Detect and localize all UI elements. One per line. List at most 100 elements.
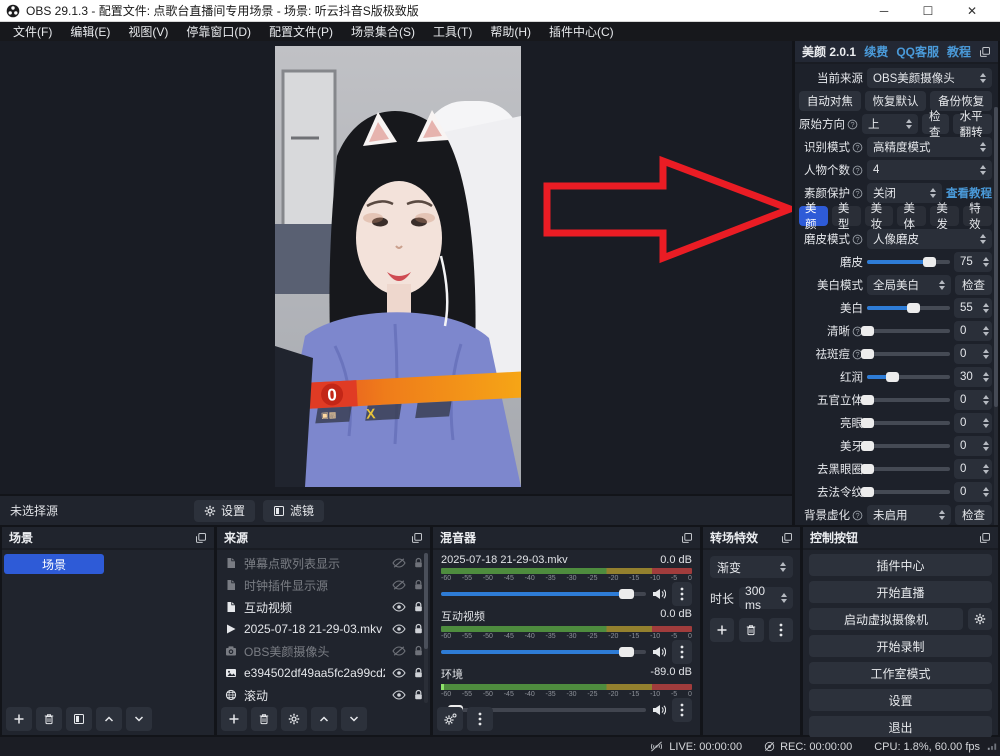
beauty-value-stepper[interactable]: 0 <box>954 482 992 502</box>
slider-handle[interactable] <box>861 441 874 451</box>
beauty-value-stepper[interactable]: 0 <box>954 459 992 479</box>
orientation-select[interactable]: 上 <box>862 114 918 134</box>
remove-transition-button[interactable] <box>739 618 763 642</box>
beauty-check-button[interactable]: 检查 <box>955 275 992 295</box>
slider-handle[interactable] <box>861 418 874 428</box>
help-icon[interactable]: ? <box>852 510 863 521</box>
source-filters-button[interactable]: 滤镜 <box>263 500 324 522</box>
video-preview[interactable]: 0 X ▣▦ <box>275 46 521 487</box>
beauty-slider[interactable] <box>867 467 950 471</box>
beauty-slider[interactable] <box>867 398 950 402</box>
volume-slider[interactable] <box>441 650 646 654</box>
beauty-tab-0[interactable]: 美颜 <box>799 206 828 226</box>
beauty-value-stepper[interactable]: 30 <box>954 367 992 387</box>
beauty-value-stepper[interactable]: 55 <box>954 298 992 318</box>
mixer-channel-menu-button[interactable] <box>672 640 692 664</box>
slider-handle[interactable] <box>923 257 936 267</box>
control-button-5[interactable]: 设置 <box>809 689 992 711</box>
speaker-icon[interactable] <box>652 646 666 658</box>
transition-duration-input[interactable]: 300 ms <box>739 587 793 609</box>
source-properties-button[interactable] <box>281 707 307 731</box>
menu-item-0[interactable]: 文件(F) <box>4 22 61 41</box>
beauty-select[interactable]: 全局美白 <box>867 275 951 295</box>
slider-handle[interactable] <box>907 303 920 313</box>
renew-link[interactable]: 续费 <box>864 43 888 60</box>
control-button-3[interactable]: 开始录制 <box>809 635 992 657</box>
add-scene-button[interactable] <box>6 707 32 731</box>
control-button-4[interactable]: 工作室模式 <box>809 662 992 684</box>
maximize-button[interactable]: ☐ <box>906 0 950 21</box>
virtual-camera-settings-button[interactable] <box>968 608 992 630</box>
source-row[interactable]: 互动视频 <box>217 596 430 618</box>
lock-icon[interactable] <box>413 557 424 569</box>
beauty-value-stepper[interactable]: 0 <box>954 321 992 341</box>
mixer-channel-menu-button[interactable] <box>672 582 692 606</box>
mixer-channel-menu-button[interactable] <box>672 698 692 722</box>
view-tutorial-link[interactable]: 查看教程 <box>946 185 992 201</box>
lock-icon[interactable] <box>413 689 424 701</box>
speaker-icon[interactable] <box>652 588 666 600</box>
eye-icon[interactable] <box>392 624 406 634</box>
source-settings-button[interactable]: 设置 <box>194 500 255 522</box>
minimize-button[interactable]: ─ <box>862 0 906 21</box>
beauty-slider[interactable] <box>867 260 950 264</box>
popout-icon[interactable] <box>411 532 423 544</box>
transition-menu-button[interactable] <box>769 618 793 642</box>
tutorial-link[interactable]: 教程 <box>947 43 971 60</box>
menu-item-2[interactable]: 视图(V) <box>119 22 177 41</box>
lock-icon[interactable] <box>413 667 424 679</box>
restore-default-button[interactable]: 恢复默认 <box>865 91 927 111</box>
menu-item-1[interactable]: 编辑(E) <box>61 22 119 41</box>
control-button-0[interactable]: 插件中心 <box>809 554 992 576</box>
transition-select[interactable]: 渐变 <box>710 556 793 578</box>
eye-slash-icon[interactable] <box>392 558 406 568</box>
beauty-scrollbar[interactable] <box>994 107 998 525</box>
person-count-stepper[interactable]: 4 <box>867 160 992 180</box>
beauty-value-stepper[interactable]: 0 <box>954 413 992 433</box>
scene-up-button[interactable] <box>96 707 122 731</box>
remove-scene-button[interactable] <box>36 707 62 731</box>
source-row[interactable]: e394502df49aa5fc2a99cd2e7c <box>217 662 430 684</box>
beauty-slider[interactable] <box>867 421 950 425</box>
beauty-value-stepper[interactable]: 75 <box>954 252 992 272</box>
lock-icon[interactable] <box>413 645 424 657</box>
scene-filters-button[interactable] <box>66 707 92 731</box>
menu-item-8[interactable]: 插件中心(C) <box>540 22 623 41</box>
popout-icon[interactable] <box>781 532 793 544</box>
remove-source-button[interactable] <box>251 707 277 731</box>
beauty-tab-5[interactable]: 特效 <box>963 206 992 226</box>
menu-item-7[interactable]: 帮助(H) <box>481 22 540 41</box>
help-icon[interactable]: ? <box>852 142 863 153</box>
advanced-audio-button[interactable] <box>437 707 463 731</box>
slider-handle[interactable] <box>886 372 899 382</box>
beauty-value-stepper[interactable]: 0 <box>954 436 992 456</box>
control-button-2[interactable]: 启动虚拟摄像机 <box>809 608 963 630</box>
control-button-6[interactable]: 退出 <box>809 716 992 738</box>
popout-icon[interactable] <box>979 46 991 58</box>
help-icon[interactable]: ? <box>852 165 863 176</box>
beauty-tab-4[interactable]: 美发 <box>930 206 959 226</box>
help-icon[interactable]: ? <box>847 119 858 130</box>
source-row[interactable]: 滚动 <box>217 684 430 706</box>
speaker-icon[interactable] <box>652 704 666 716</box>
beauty-slider[interactable] <box>867 375 950 379</box>
slider-handle[interactable] <box>861 326 874 336</box>
beauty-check-button[interactable]: 检查 <box>955 505 992 525</box>
qq-support-link[interactable]: QQ客服 <box>896 43 939 60</box>
volume-handle[interactable] <box>619 647 634 657</box>
popout-icon[interactable] <box>681 532 693 544</box>
source-up-button[interactable] <box>311 707 337 731</box>
beauty-slider[interactable] <box>867 352 950 356</box>
source-row[interactable]: 弹幕点歌列表显示 <box>217 552 430 574</box>
slider-handle[interactable] <box>861 487 874 497</box>
beauty-value-stepper[interactable]: 0 <box>954 390 992 410</box>
beauty-slider[interactable] <box>867 444 950 448</box>
eye-icon[interactable] <box>392 668 406 678</box>
source-down-button[interactable] <box>341 707 367 731</box>
menu-item-3[interactable]: 停靠窗口(D) <box>177 22 260 41</box>
menu-item-6[interactable]: 工具(T) <box>424 22 481 41</box>
eye-icon[interactable] <box>392 602 406 612</box>
lock-icon[interactable] <box>413 601 424 613</box>
autofocus-button[interactable]: 自动对焦 <box>799 91 861 111</box>
beauty-select[interactable]: 未启用 <box>867 505 951 525</box>
